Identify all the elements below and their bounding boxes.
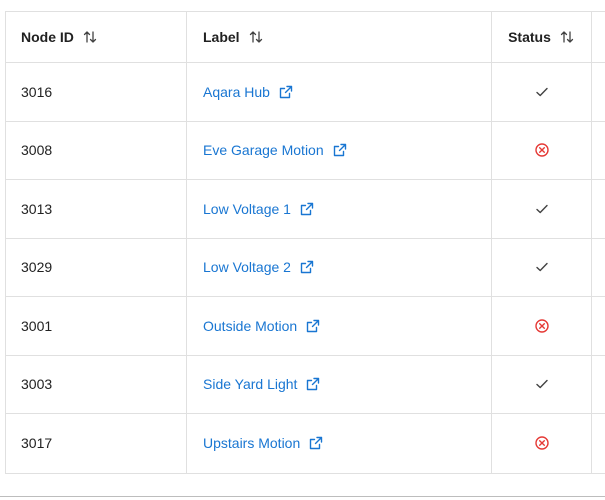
device-link[interactable]: Upstairs Motion [203,435,324,451]
status-cell [492,297,592,355]
device-label: Upstairs Motion [203,435,301,452]
status-cell [492,355,592,413]
node-id-cell: 3001 [6,297,187,355]
extra-cell [592,180,605,238]
node-id: 3029 [21,259,53,276]
error-circle-icon [534,142,550,158]
table-row: 3017 Upstairs Motion [6,414,605,473]
device-link[interactable]: Low Voltage 2 [203,259,315,275]
column-header-extra [592,12,605,62]
check-icon [534,84,550,100]
column-header-label[interactable]: Label [187,12,492,62]
external-link-icon[interactable] [299,201,315,217]
device-label: Outside Motion [203,317,298,334]
node-id-cell: 3013 [6,180,187,238]
device-label: Aqara Hub [203,83,270,100]
check-icon [534,201,550,217]
external-link-icon[interactable] [299,259,315,275]
status-cell [492,63,592,121]
table-row: 3029 Low Voltage 2 [6,238,605,297]
label-cell: Outside Motion [187,297,492,355]
external-link-icon[interactable] [305,376,321,392]
external-link-icon[interactable] [308,435,324,451]
device-link[interactable]: Outside Motion [203,318,321,334]
status-cell [492,238,592,296]
column-header-label: Node ID [21,29,74,45]
extra-cell [592,414,605,473]
label-cell: Low Voltage 2 [187,238,492,296]
device-label: Low Voltage 1 [203,200,291,217]
node-id-cell: 3016 [6,63,187,121]
status-cell [492,180,592,238]
node-id-cell: 3003 [6,355,187,413]
devices-table: Node ID Label Status 3016 Aqara Hub 3008 Ev… [5,11,605,474]
sort-arrows-icon[interactable] [82,29,98,45]
extra-cell [592,122,605,180]
node-id-cell: 3008 [6,121,187,179]
label-cell: Aqara Hub [187,63,492,121]
sort-arrows-icon[interactable] [559,29,575,45]
column-header-label: Label [203,29,240,45]
label-cell: Eve Garage Motion [187,121,492,179]
node-id: 3001 [21,317,53,334]
table-body: 3016 Aqara Hub 3008 Eve Garage Motion 3013 Lo… [6,63,605,473]
table-row: 3001 Outside Motion [6,297,605,356]
column-header-node-id[interactable]: Node ID [6,12,187,62]
table-row: 3008 Eve Garage Motion [6,121,605,180]
column-header-label: Status [508,29,551,45]
node-id: 3016 [21,83,53,100]
device-link[interactable]: Aqara Hub [203,84,294,100]
label-cell: Upstairs Motion [187,414,492,473]
status-cell [492,414,592,473]
external-link-icon[interactable] [305,318,321,334]
device-label: Low Voltage 2 [203,259,291,276]
external-link-icon[interactable] [278,84,294,100]
device-link[interactable]: Low Voltage 1 [203,201,315,217]
external-link-icon[interactable] [332,142,348,158]
node-id-cell: 3017 [6,414,187,473]
node-id: 3017 [21,435,53,452]
device-link[interactable]: Side Yard Light [203,376,321,392]
error-circle-icon [534,435,550,451]
extra-cell [592,356,605,414]
column-header-status[interactable]: Status [492,12,592,62]
status-cell [492,121,592,179]
extra-cell [592,239,605,297]
error-circle-icon [534,318,550,334]
check-icon [534,376,550,392]
table-row: 3016 Aqara Hub [6,63,605,122]
table-header-row: Node ID Label Status [6,12,605,63]
divider [0,496,605,497]
sort-arrows-icon[interactable] [248,29,264,45]
label-cell: Low Voltage 1 [187,180,492,238]
node-id-cell: 3029 [6,238,187,296]
node-id: 3003 [21,376,53,393]
table-row: 3003 Side Yard Light [6,355,605,414]
label-cell: Side Yard Light [187,355,492,413]
extra-cell [592,63,605,121]
check-icon [534,259,550,275]
table-row: 3013 Low Voltage 1 [6,180,605,239]
device-link[interactable]: Eve Garage Motion [203,142,348,158]
node-id: 3008 [21,142,53,159]
extra-cell [592,297,605,355]
device-label: Eve Garage Motion [203,142,324,159]
device-label: Side Yard Light [203,376,298,393]
node-id: 3013 [21,200,53,217]
